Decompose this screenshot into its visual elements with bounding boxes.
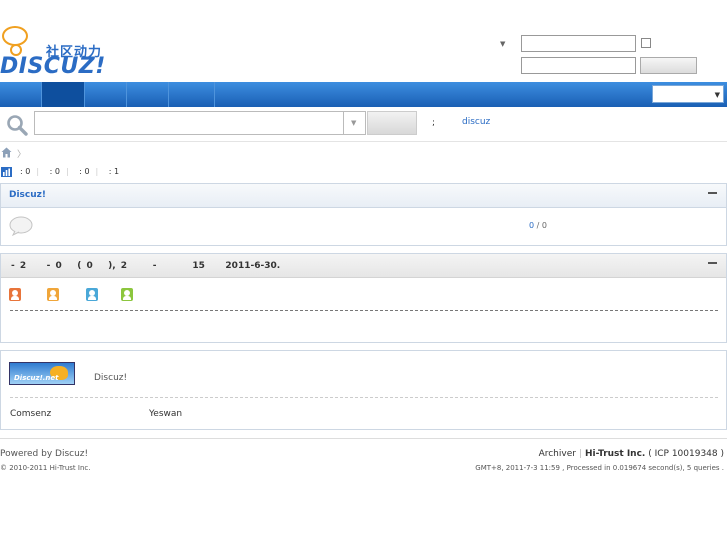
divider	[0, 438, 727, 439]
nav-item-5[interactable]	[169, 82, 215, 107]
login-button[interactable]	[640, 57, 697, 74]
archiver-link[interactable]: Archiver	[539, 449, 576, 459]
nav-item-active[interactable]	[42, 82, 85, 107]
chevron-down-icon: ▼	[714, 91, 720, 99]
link-site-name[interactable]: Discuz!	[94, 373, 127, 383]
style-select[interactable]: ▼	[652, 85, 724, 103]
powered-by: Powered by Discuz!	[0, 449, 89, 459]
category-header: Discuz!	[1, 184, 726, 208]
icp-link[interactable]: ( ICP 10019348 )	[648, 449, 724, 459]
stat-value: 0	[84, 167, 90, 176]
stat-value: 0	[54, 167, 60, 176]
collapse-icon[interactable]	[708, 192, 717, 194]
link-yeswan[interactable]: Yeswan	[149, 409, 182, 419]
category-title[interactable]: Discuz!	[9, 190, 46, 200]
nav-item-1[interactable]	[0, 82, 42, 107]
today-count: 0	[529, 221, 535, 230]
remember-checkbox[interactable]	[641, 38, 651, 48]
main-nav: ▼	[0, 82, 727, 107]
online-header: - 2 - 0 ( 0 ), 2 - 15 2011-6-30.	[1, 254, 726, 278]
search-icon	[7, 115, 28, 136]
nav-item-4[interactable]	[127, 82, 169, 107]
copyright: © 2010-2011 Hi-Trust Inc.	[0, 464, 91, 472]
search-type-dropdown[interactable]: ▼	[344, 111, 366, 135]
admin-user-icon	[9, 288, 21, 301]
chevron-down-icon: ▼	[351, 119, 357, 127]
collapse-icon[interactable]	[708, 262, 717, 264]
divider	[10, 310, 718, 311]
forum-category: Discuz! 0 / 0	[0, 183, 727, 246]
supermod-user-icon	[47, 288, 59, 301]
footer-links: Archiver | Hi-Trust Inc. ( ICP 10019348 )	[538, 449, 724, 459]
logo-word: DISCUZ!	[0, 54, 106, 79]
nav-item-3[interactable]	[85, 82, 127, 107]
online-members: - 2 - 0 ( 0 ), 2 - 15 2011-6-30.	[0, 253, 727, 343]
stats-icon	[1, 167, 12, 177]
search-input[interactable]	[34, 111, 344, 135]
company-link[interactable]: Hi-Trust Inc.	[585, 449, 645, 459]
link-comsenz[interactable]: Comsenz	[10, 409, 51, 419]
forum-stats: : 0 | : 0 | : 0 | : 1	[20, 167, 120, 176]
username-input[interactable]	[521, 35, 636, 52]
moderator-user-icon	[86, 288, 98, 301]
discuz-net-logo[interactable]: Discuz!.net	[9, 362, 75, 385]
search-button[interactable]	[367, 111, 417, 135]
member-user-icon	[121, 288, 133, 301]
logo-text: Discuz!.net	[14, 374, 59, 382]
friend-links: Discuz!.net Discuz! Comsenz Yeswan	[0, 350, 727, 430]
forum-icon	[9, 216, 33, 236]
cloud-icon	[2, 26, 28, 56]
hot-search-label: ;	[432, 118, 436, 128]
stat-value: 1	[114, 167, 120, 176]
online-summary: - 2 - 0 ( 0 ), 2 - 15 2011-6-30.	[11, 261, 281, 271]
password-input[interactable]	[521, 57, 636, 74]
hot-search-link[interactable]: discuz	[462, 117, 490, 127]
divider	[0, 141, 727, 142]
forum-post-count: 0 / 0	[529, 221, 547, 230]
chevron-down-icon[interactable]: ▼	[500, 40, 505, 48]
home-icon[interactable]	[1, 147, 12, 158]
breadcrumb-separator: 〉	[17, 150, 27, 160]
stat-value: 0	[25, 167, 31, 176]
divider	[10, 397, 718, 398]
processing-time: GMT+8, 2011-7-3 11:59 , Processed in 0.0…	[475, 464, 724, 472]
site-logo[interactable]: 社区动力 DISCUZ!	[0, 22, 110, 80]
total-count: 0	[541, 221, 547, 230]
